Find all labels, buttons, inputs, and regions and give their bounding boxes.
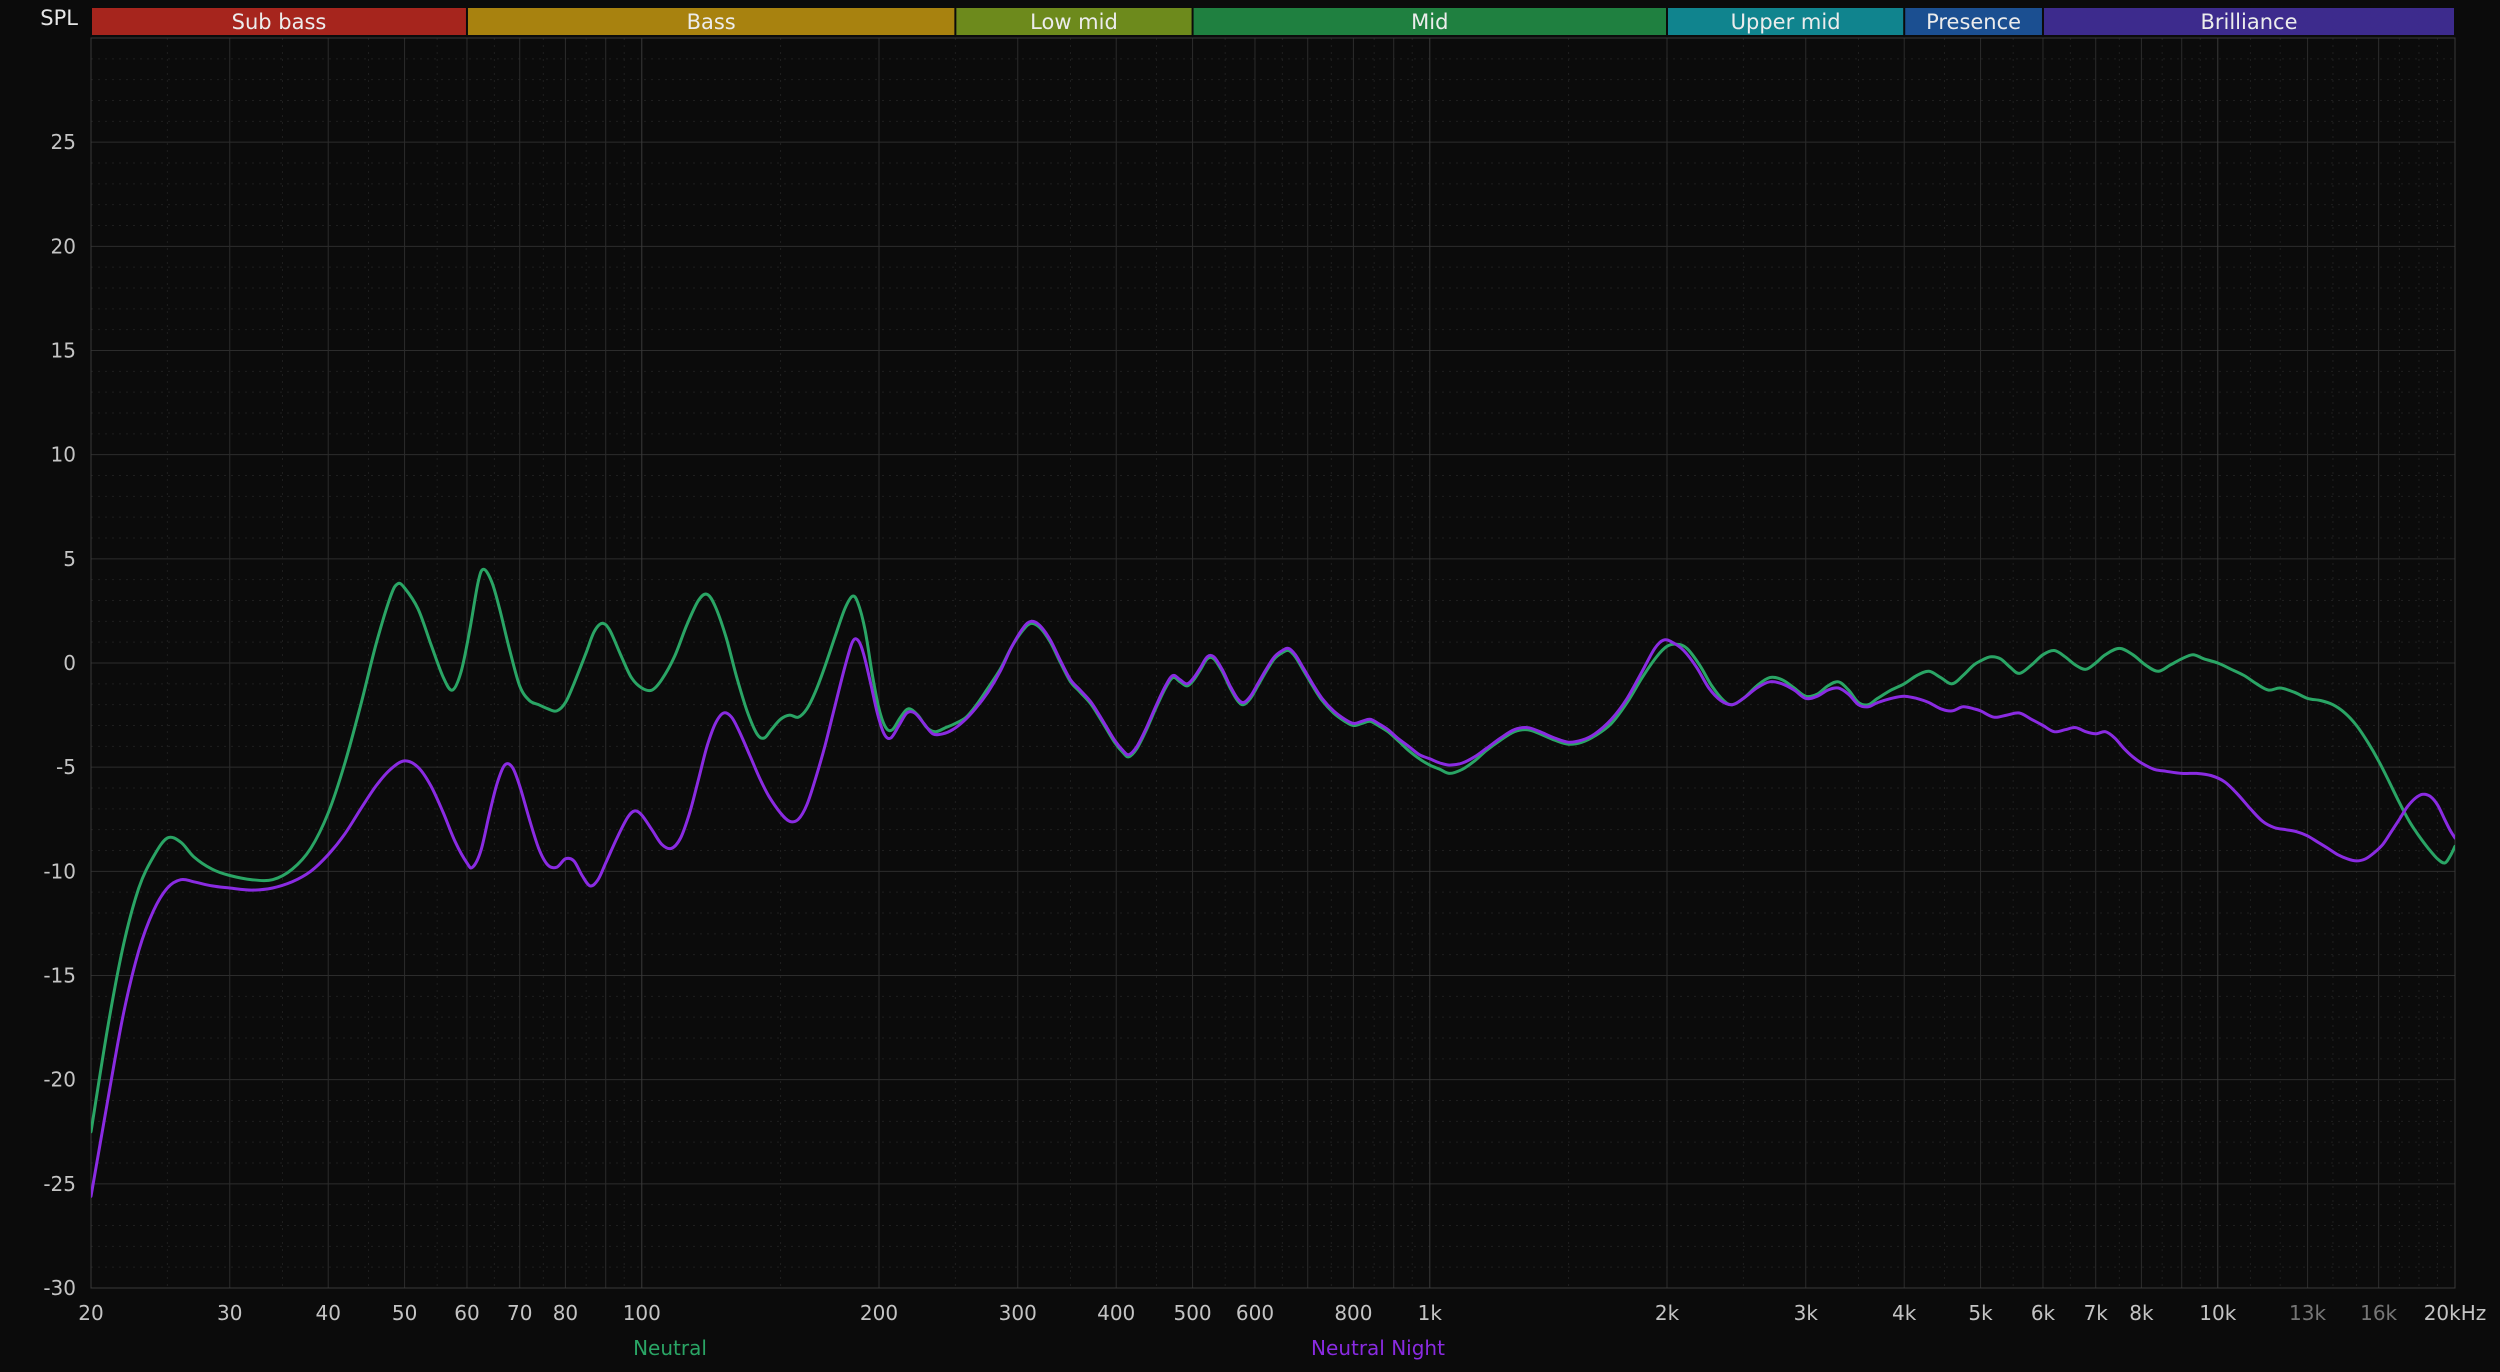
legend-item-neutral-night[interactable]: Neutral Night bbox=[1311, 1336, 1445, 1360]
x-tick-label: 4k bbox=[1892, 1301, 1917, 1325]
x-tick-label: 100 bbox=[623, 1301, 661, 1325]
y-tick-label: 25 bbox=[51, 130, 76, 154]
x-tick-label: 200 bbox=[860, 1301, 898, 1325]
y-axis-title: SPL bbox=[30, 6, 78, 30]
y-tick-label: -20 bbox=[43, 1068, 76, 1092]
x-tick-label: 400 bbox=[1097, 1301, 1135, 1325]
x-tick-label: 600 bbox=[1236, 1301, 1274, 1325]
x-tick-label: 80 bbox=[553, 1301, 578, 1325]
x-tick-label: 7k bbox=[2084, 1301, 2109, 1325]
y-tick-label: -5 bbox=[56, 755, 76, 779]
y-tick-label: 10 bbox=[51, 443, 76, 467]
band-label: Upper mid bbox=[1731, 10, 1841, 34]
x-tick-label: 13k bbox=[2289, 1301, 2326, 1325]
band-label: Bass bbox=[687, 10, 736, 34]
band-label: Mid bbox=[1411, 10, 1448, 34]
y-tick-label: 15 bbox=[51, 339, 76, 363]
axis-labels: 203040506070801002003004005006008001k2k3… bbox=[43, 130, 2486, 1325]
frequency-response-chart: Sub bass Bass Low mid Mid Upper mid Presence B… bbox=[0, 0, 2500, 1372]
x-tick-label: 8k bbox=[2129, 1301, 2154, 1325]
x-tick-label: 20kHz bbox=[2424, 1301, 2487, 1325]
frequency-band-strip: Sub bass Bass Low mid Mid Upper mid Presence B… bbox=[92, 8, 2454, 35]
x-tick-label: 1k bbox=[1418, 1301, 1443, 1325]
y-tick-label: -15 bbox=[43, 964, 76, 988]
band-label: Brilliance bbox=[2200, 10, 2297, 34]
y-tick-label: 20 bbox=[51, 234, 76, 258]
x-tick-label: 30 bbox=[217, 1301, 242, 1325]
plot-svg: Sub bass Bass Low mid Mid Upper mid Presence B… bbox=[0, 0, 2500, 1372]
x-tick-label: 2k bbox=[1655, 1301, 1680, 1325]
band-label: Presence bbox=[1926, 10, 2021, 34]
band-label: Sub bass bbox=[232, 10, 327, 34]
x-tick-label: 40 bbox=[315, 1301, 340, 1325]
x-tick-label: 3k bbox=[1794, 1301, 1819, 1325]
x-tick-label: 70 bbox=[507, 1301, 532, 1325]
x-tick-label: 20 bbox=[78, 1301, 103, 1325]
x-tick-label: 10k bbox=[2199, 1301, 2236, 1325]
y-tick-label: -30 bbox=[43, 1276, 76, 1300]
x-tick-label: 50 bbox=[392, 1301, 417, 1325]
y-tick-label: 0 bbox=[63, 651, 76, 675]
x-tick-label: 500 bbox=[1173, 1301, 1211, 1325]
x-tick-label: 60 bbox=[454, 1301, 479, 1325]
band-label: Low mid bbox=[1030, 10, 1118, 34]
series-curve-neutral-night bbox=[91, 621, 2455, 1196]
legend-item-neutral[interactable]: Neutral bbox=[633, 1336, 707, 1360]
x-tick-label: 16k bbox=[2360, 1301, 2397, 1325]
y-tick-label: -10 bbox=[43, 859, 76, 883]
y-tick-label: -25 bbox=[43, 1172, 76, 1196]
x-tick-label: 5k bbox=[1968, 1301, 1993, 1325]
y-tick-label: 5 bbox=[63, 547, 76, 571]
x-tick-label: 6k bbox=[2031, 1301, 2056, 1325]
x-tick-label: 300 bbox=[999, 1301, 1037, 1325]
x-tick-label: 800 bbox=[1334, 1301, 1372, 1325]
